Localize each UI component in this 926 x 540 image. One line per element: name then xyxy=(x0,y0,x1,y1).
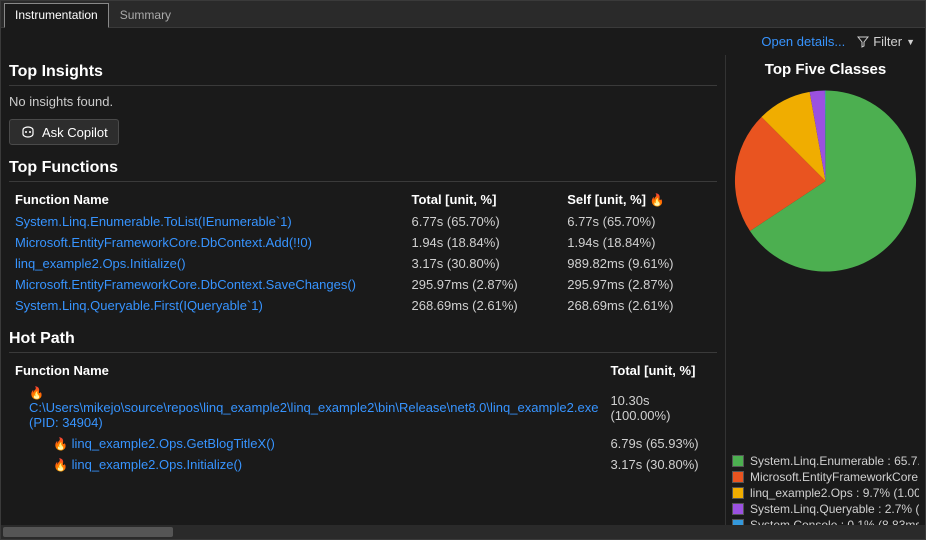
self-value: 6.77s (65.70%) xyxy=(561,211,717,232)
self-value: 268.69ms (2.61%) xyxy=(561,295,717,316)
horizontal-scrollbar[interactable] xyxy=(1,525,925,539)
total-value: 6.77s (65.70%) xyxy=(405,211,561,232)
open-details-link[interactable]: Open details... xyxy=(761,34,845,49)
hot-path-row: 🔥 C:\Users\mikejo\source\repos\linq_exam… xyxy=(9,382,604,433)
hot-path-row: 🔥 linq_example2.Ops.Initialize() xyxy=(9,454,604,475)
total-value: 10.30s (100.00%) xyxy=(604,382,717,433)
filter-button[interactable]: Filter ▼ xyxy=(857,34,915,49)
left-panel: Top Insights No insights found. Ask Copi… xyxy=(1,55,725,537)
toolbar: Open details... Filter ▼ xyxy=(1,28,925,55)
top-insights-heading: Top Insights xyxy=(9,59,717,86)
legend-item[interactable]: System.Linq.Queryable : 2.7% (... xyxy=(732,501,919,517)
self-value: 295.97ms (2.87%) xyxy=(561,274,717,295)
total-value: 1.94s (18.84%) xyxy=(405,232,561,253)
filter-label: Filter xyxy=(873,34,902,49)
copilot-icon xyxy=(20,124,36,140)
funnel-icon xyxy=(857,36,869,48)
ask-copilot-button[interactable]: Ask Copilot xyxy=(9,119,119,145)
legend-item[interactable]: System.Linq.Enumerable : 65.7... xyxy=(732,453,919,469)
top-classes-heading: Top Five Classes xyxy=(732,59,919,86)
col-total[interactable]: Total [unit, %] xyxy=(405,188,561,211)
total-value: 3.17s (30.80%) xyxy=(604,454,717,475)
legend: System.Linq.Enumerable : 65.7... Microsof… xyxy=(732,453,919,533)
total-value: 295.97ms (2.87%) xyxy=(405,274,561,295)
self-value: 989.82ms (9.61%) xyxy=(561,253,717,274)
hot-path-heading: Hot Path xyxy=(9,326,717,353)
legend-swatch xyxy=(732,455,744,467)
hot-path-table: Function Name Total [unit, %] 🔥 C:\Users… xyxy=(9,359,717,475)
right-panel: Top Five Classes System.Linq.Enumerable … xyxy=(725,55,925,537)
col-function-name[interactable]: Function Name xyxy=(9,359,604,382)
total-value: 268.69ms (2.61%) xyxy=(405,295,561,316)
tab-bar: Instrumentation Summary xyxy=(1,1,925,28)
copilot-label: Ask Copilot xyxy=(42,125,108,140)
function-link[interactable]: linq_example2.Ops.GetBlogTitleX() xyxy=(72,436,275,451)
tab-summary[interactable]: Summary xyxy=(109,3,182,27)
top-functions-table: Function Name Total [unit, %] Self [unit… xyxy=(9,188,717,316)
legend-swatch xyxy=(732,503,744,515)
hot-path-row: 🔥 linq_example2.Ops.GetBlogTitleX() xyxy=(9,433,604,454)
function-link[interactable]: linq_example2.Ops.Initialize() xyxy=(9,253,405,274)
total-value: 3.17s (30.80%) xyxy=(405,253,561,274)
fire-icon: 🔥 xyxy=(650,193,665,207)
function-link[interactable]: linq_example2.Ops.Initialize() xyxy=(72,457,243,472)
legend-label: System.Linq.Queryable : 2.7% (... xyxy=(750,502,919,516)
pie-chart xyxy=(732,86,919,276)
legend-item[interactable]: Microsoft.EntityFrameworkCore... xyxy=(732,469,919,485)
fire-icon: 🔥 xyxy=(53,458,68,472)
function-link[interactable]: Microsoft.EntityFrameworkCore.DbContext.… xyxy=(9,274,405,295)
scrollbar-thumb[interactable] xyxy=(3,527,173,537)
legend-item[interactable]: linq_example2.Ops : 9.7% (1.00s) xyxy=(732,485,919,501)
legend-label: Microsoft.EntityFrameworkCore... xyxy=(750,470,919,484)
legend-label: linq_example2.Ops : 9.7% (1.00s) xyxy=(750,486,919,500)
function-link[interactable]: System.Linq.Queryable.First(IQueryable`1… xyxy=(9,295,405,316)
legend-swatch xyxy=(732,471,744,483)
top-functions-heading: Top Functions xyxy=(9,155,717,182)
total-value: 6.79s (65.93%) xyxy=(604,433,717,454)
col-self[interactable]: Self [unit, %] 🔥 xyxy=(561,188,717,211)
fire-icon: 🔥 xyxy=(53,437,68,451)
chevron-down-icon: ▼ xyxy=(906,37,915,47)
function-link[interactable]: Microsoft.EntityFrameworkCore.DbContext.… xyxy=(9,232,405,253)
function-link[interactable]: C:\Users\mikejo\source\repos\linq_exampl… xyxy=(29,400,598,430)
tab-instrumentation[interactable]: Instrumentation xyxy=(4,3,109,28)
function-link[interactable]: System.Linq.Enumerable.ToList(IEnumerabl… xyxy=(9,211,405,232)
fire-icon: 🔥 xyxy=(29,386,44,400)
col-total[interactable]: Total [unit, %] xyxy=(604,359,717,382)
no-insights-text: No insights found. xyxy=(9,92,717,119)
legend-swatch xyxy=(732,487,744,499)
legend-label: System.Linq.Enumerable : 65.7... xyxy=(750,454,919,468)
col-function-name[interactable]: Function Name xyxy=(9,188,405,211)
self-value: 1.94s (18.84%) xyxy=(561,232,717,253)
